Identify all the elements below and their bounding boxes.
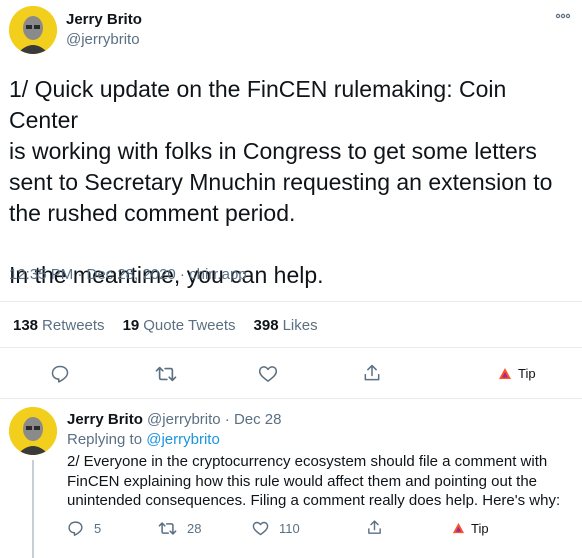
like-icon[interactable]	[258, 364, 278, 384]
divider	[0, 347, 582, 348]
reply-count: 5	[94, 521, 102, 536]
reply-icon	[67, 520, 84, 537]
divider	[0, 398, 582, 399]
reply-reply-button[interactable]: 5	[67, 520, 101, 537]
reply-tip-button[interactable]: Tip	[452, 521, 489, 536]
quotes-count: 19	[122, 317, 140, 334]
tweet-text-line: the rushed comment period.	[9, 200, 296, 226]
author-handle[interactable]: @jerrybrito	[66, 31, 140, 48]
separator: ·	[224, 411, 230, 428]
share-icon[interactable]	[362, 362, 382, 384]
thread-line	[32, 460, 34, 558]
replying-to: Replying to @jerrybrito	[67, 431, 220, 448]
likes-stat[interactable]: 398 Likes	[254, 317, 318, 334]
tip-button[interactable]: Tip	[498, 366, 536, 381]
tweet-text-line: 1/ Quick update on the FinCEN rulemaking…	[9, 76, 513, 133]
reply-icon[interactable]	[50, 364, 70, 384]
reply-text-line: unintended consequences. Filing a commen…	[67, 492, 561, 509]
tweet-text: 1/ Quick update on the FinCEN rulemaking…	[9, 74, 579, 291]
divider	[0, 301, 582, 302]
brave-tip-icon	[498, 367, 512, 381]
retweet-icon	[158, 520, 177, 537]
like-count: 110	[279, 521, 300, 536]
retweets-stat[interactable]: 138 Retweets	[13, 317, 105, 334]
more-icon[interactable]	[555, 13, 571, 19]
retweet-count: 28	[187, 521, 202, 536]
reply-text-line: FinCEN explaining how this rule would af…	[67, 472, 538, 490]
reply-author-avatar[interactable]	[9, 407, 57, 455]
reply-author-name[interactable]: Jerry Brito	[67, 411, 143, 428]
retweets-count: 138	[13, 317, 39, 334]
author-avatar[interactable]	[9, 6, 57, 54]
tweet-timestamp[interactable]: 12:35 PM · Dec 28, 2020 · chirr.app	[9, 266, 247, 283]
tip-label: Tip	[471, 521, 489, 536]
reply-date[interactable]: Dec 28	[234, 411, 282, 428]
reply-header: Jerry Brito @jerrybrito · Dec 28	[67, 411, 282, 428]
quotes-stat[interactable]: 19 Quote Tweets	[123, 317, 236, 334]
author-name[interactable]: Jerry Brito	[66, 11, 142, 28]
replying-to-handle[interactable]: @jerrybrito	[146, 431, 220, 448]
replying-to-label: Replying to	[67, 431, 143, 448]
tweet-text-line	[9, 229, 579, 260]
tip-label: Tip	[518, 366, 536, 381]
reply-like-button[interactable]: 110	[252, 520, 300, 537]
tweet-text-line: is working with folks in Congress to get…	[9, 138, 537, 164]
reply-text: 2/ Everyone in the cryptocurrency ecosys…	[67, 452, 577, 511]
tweet-text-line: sent to Secretary Mnuchin requesting an …	[9, 169, 553, 195]
reply-retweet-button[interactable]: 28	[158, 520, 201, 537]
share-icon[interactable]	[366, 518, 383, 537]
reply-text-line: 2/ Everyone in the cryptocurrency ecosys…	[67, 453, 548, 470]
likes-label: Likes	[282, 317, 318, 334]
quotes-label: Quote Tweets	[143, 317, 236, 334]
brave-tip-icon	[452, 522, 465, 535]
stats-bar: 138 Retweets 19 Quote Tweets 398 Likes	[13, 317, 318, 334]
reply-author-handle[interactable]: @jerrybrito	[147, 411, 221, 428]
retweet-icon[interactable]	[155, 364, 177, 384]
retweets-label: Retweets	[42, 317, 105, 334]
like-icon	[252, 520, 269, 537]
likes-count: 398	[253, 317, 279, 334]
